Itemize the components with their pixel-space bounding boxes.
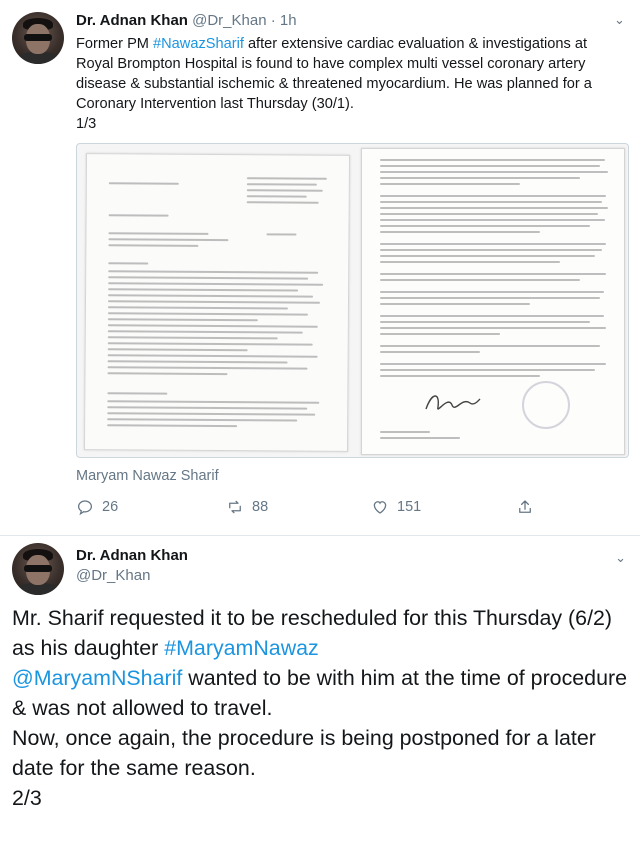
letter-page-2	[361, 148, 625, 455]
stamp-graphic	[522, 381, 570, 429]
tweet-text-part: Now, once again, the procedure is being …	[12, 726, 596, 780]
tweet-media-image[interactable]	[76, 143, 629, 458]
reply-icon	[77, 500, 93, 516]
retweet-count: 88	[252, 499, 269, 515]
tweet-time[interactable]: 1h	[280, 12, 297, 29]
like-button[interactable]: 151	[371, 498, 421, 516]
tweet-header: Dr. Adnan Khan @Dr_Khan	[76, 546, 188, 586]
tweet-text-part: Former PM	[76, 36, 154, 52]
hashtag-link[interactable]: #NawazSharif	[153, 36, 244, 52]
thread-count: 2/3	[12, 786, 42, 810]
chevron-down-icon[interactable]: ⌄	[615, 550, 626, 566]
retweet-button[interactable]: 88	[226, 498, 268, 516]
signature-graphic	[425, 395, 481, 410]
reply-button[interactable]: 26	[76, 498, 118, 516]
heart-icon	[373, 501, 387, 514]
author-name[interactable]: Dr. Adnan Khan	[76, 547, 188, 564]
media-caption: Maryam Nawaz Sharif	[76, 468, 219, 484]
tweet-text: Mr. Sharif requested it to be reschedule…	[12, 603, 627, 813]
author-name[interactable]: Dr. Adnan Khan	[76, 12, 188, 29]
tweet-actions: 26 88 151	[76, 498, 546, 520]
avatar[interactable]	[12, 12, 64, 64]
avatar[interactable]	[12, 543, 64, 595]
letter-page-1	[83, 153, 351, 452]
separator-dot: ·	[266, 12, 280, 29]
hashtag-link[interactable]: #MaryamNawaz	[164, 636, 319, 660]
share-button[interactable]	[516, 498, 534, 516]
author-handle[interactable]: @Dr_Khan	[76, 566, 188, 586]
chevron-down-icon[interactable]: ⌄	[614, 12, 626, 27]
tweet-header: Dr. Adnan Khan @Dr_Khan · 1h	[76, 12, 297, 29]
thread-count: 1/3	[76, 116, 97, 132]
reply-count: 26	[102, 499, 119, 515]
tweet-text: Former PM #NawazSharif after extensive c…	[76, 34, 621, 134]
like-count: 151	[397, 499, 422, 515]
author-handle[interactable]: @Dr_Khan	[192, 12, 266, 29]
share-icon	[519, 500, 531, 513]
tweet-1[interactable]: Dr. Adnan Khan @Dr_Khan · 1h ⌄ Former PM…	[0, 0, 640, 536]
mention-link[interactable]: @MaryamNSharif	[12, 666, 182, 690]
retweet-icon	[229, 500, 241, 514]
